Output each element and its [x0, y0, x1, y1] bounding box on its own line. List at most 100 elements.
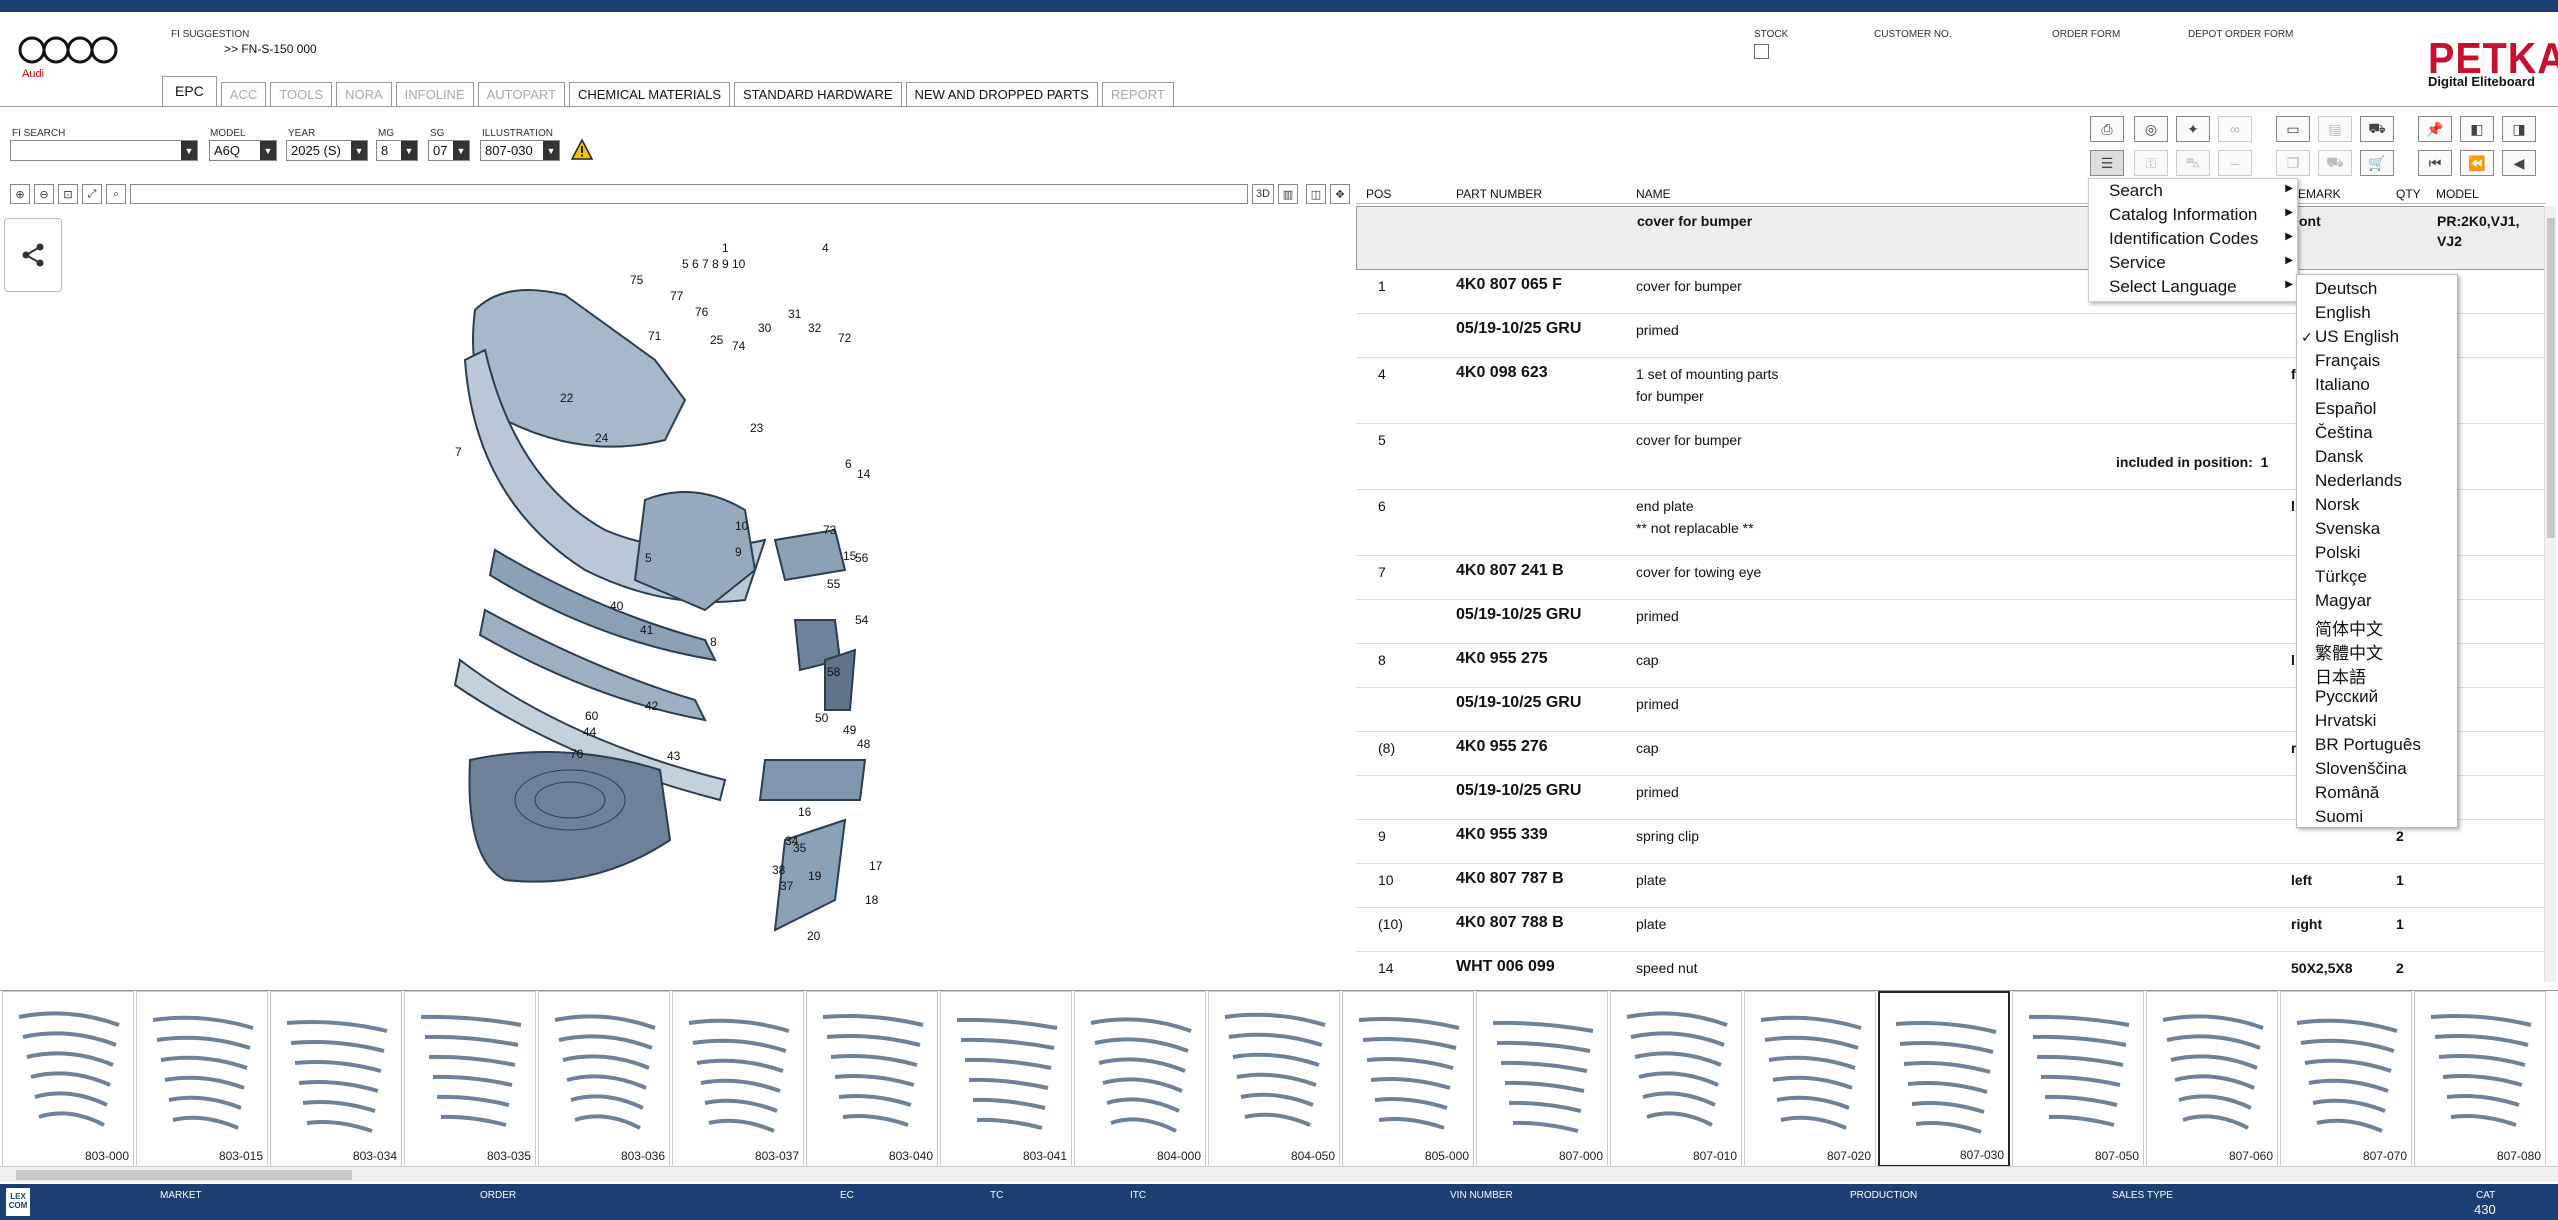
diagram-callout[interactable]: 48: [857, 737, 871, 751]
illustration-thumbnail[interactable]: 807-080: [2414, 991, 2546, 1167]
scrollbar-thumb[interactable]: [2547, 218, 2555, 538]
view-3d-button[interactable]: 3D: [1252, 184, 1274, 204]
diagram-callout[interactable]: 71: [648, 329, 662, 343]
copy-button[interactable]: ❐: [2276, 150, 2310, 176]
col-header-pos[interactable]: POS: [1366, 187, 1391, 201]
illustration-thumbnail[interactable]: 803-036: [538, 991, 670, 1167]
exploded-parts-diagram[interactable]: 15 6 7 8 9 104757776 3132723071 25 7422232476141…: [445, 240, 925, 960]
diagram-callout[interactable]: 6: [845, 457, 852, 471]
illustration-thumbnail[interactable]: 804-000: [1074, 991, 1206, 1167]
menu-item-select-language[interactable]: Select Language ▶: [2109, 277, 2295, 301]
diagram-callout[interactable]: 41: [640, 623, 654, 637]
illustration-thumbnail[interactable]: 807-020: [1744, 991, 1876, 1167]
language-item[interactable]: English: [2315, 303, 2371, 327]
diagram-callout[interactable]: 17: [869, 859, 883, 873]
diagram-callout[interactable]: 40: [610, 599, 624, 613]
illustration-thumbnail[interactable]: 803-037: [672, 991, 804, 1167]
diagram-callout[interactable]: 14: [857, 467, 871, 481]
diagram-callout[interactable]: 50: [815, 711, 829, 725]
diagram-callout[interactable]: 73: [823, 523, 837, 537]
language-item[interactable]: Magyar: [2315, 591, 2372, 615]
diagram-callout[interactable]: 24: [595, 431, 609, 445]
language-item[interactable]: Dansk: [2315, 447, 2363, 471]
elsa-button[interactable]: ▭: [2276, 116, 2310, 142]
language-item[interactable]: Français: [2315, 351, 2380, 375]
diagram-callout[interactable]: 20: [807, 929, 821, 943]
tab-autopart[interactable]: AUTOPART: [477, 82, 565, 106]
diagram-callout[interactable]: 38: [772, 863, 786, 877]
illustration-thumbnail[interactable]: 803-040: [806, 991, 938, 1167]
table-row[interactable]: 14 WHT 006 099 speed nut 50X2,5X8 2: [1356, 952, 2546, 984]
diagram-callout[interactable]: 42: [645, 699, 659, 713]
illustration-thumbnail[interactable]: 807-050: [2012, 991, 2144, 1167]
prev-page-button[interactable]: ◧: [2460, 116, 2494, 142]
view-split-button[interactable]: ▥: [1278, 184, 1298, 204]
illustration-thumbnail[interactable]: 807-070: [2280, 991, 2412, 1167]
language-item[interactable]: Suomi: [2315, 807, 2363, 831]
illustration-thumbnail[interactable]: 807-060: [2146, 991, 2278, 1167]
col-header-remark[interactable]: EMARK: [2298, 187, 2341, 201]
diagram-callout[interactable]: 16: [798, 805, 812, 819]
zoom-out-button[interactable]: ⊖: [34, 184, 54, 204]
illustration-thumbnail[interactable]: 807-010: [1610, 991, 1742, 1167]
move-button[interactable]: ✥: [1330, 184, 1350, 204]
fi-search-combo[interactable]: ▼: [10, 140, 198, 161]
warning-icon[interactable]: [571, 139, 593, 161]
cart-add-button[interactable]: ⛟: [2360, 116, 2394, 142]
model-combo[interactable]: A6Q ▼: [209, 140, 277, 161]
view-layout-button[interactable]: ◫: [1306, 184, 1326, 204]
next-page-button[interactable]: ◨: [2502, 116, 2536, 142]
diagram-callout[interactable]: 43: [667, 749, 681, 763]
diagram-callout[interactable]: 23: [750, 421, 764, 435]
diagram-callout[interactable]: 32: [808, 321, 822, 335]
diagram-callout[interactable]: 9: [722, 257, 729, 271]
menu-item-service[interactable]: Service ▶: [2109, 253, 2295, 277]
network-button[interactable]: ✦: [2176, 116, 2210, 142]
language-item[interactable]: BR Português: [2315, 735, 2421, 759]
language-item[interactable]: Русский: [2315, 687, 2378, 711]
year-combo[interactable]: 2025 (S) ▼: [286, 140, 368, 161]
diagram-callout[interactable]: 4: [822, 241, 829, 255]
language-item[interactable]: US English: [2315, 327, 2399, 351]
diagram-callout[interactable]: 31: [788, 307, 802, 321]
language-item[interactable]: Español: [2315, 399, 2376, 423]
language-item[interactable]: Slovenščina: [2315, 759, 2407, 783]
language-item[interactable]: Norsk: [2315, 495, 2359, 519]
col-header-qty[interactable]: QTY: [2396, 187, 2421, 201]
col-header-name[interactable]: NAME: [1636, 187, 1671, 201]
chevron-down-icon[interactable]: ▼: [351, 141, 367, 160]
tab-acc[interactable]: ACC: [220, 82, 267, 106]
fi-suggestion-link[interactable]: >> FN-S-150 000: [224, 42, 317, 56]
chevron-down-icon[interactable]: ▼: [260, 141, 276, 160]
diagram-callout[interactable]: 10: [735, 519, 749, 533]
language-item[interactable]: Deutsch: [2315, 279, 2377, 303]
key-button[interactable]: ⚿: [2134, 150, 2168, 176]
sg-combo[interactable]: 07 ▼: [428, 140, 470, 161]
illustration-thumbnail[interactable]: 803-000: [2, 991, 134, 1167]
diagram-callout[interactable]: 7: [702, 257, 709, 271]
menu-button[interactable]: ☰: [2090, 150, 2124, 176]
zoom-fit-button[interactable]: ⊡: [58, 184, 78, 204]
diagram-callout[interactable]: 5: [682, 257, 689, 271]
tab-nora[interactable]: NORA: [336, 82, 392, 106]
zoom-slider-field[interactable]: [130, 184, 1248, 204]
menu-item-catalog-information[interactable]: Catalog Information ▶: [2109, 205, 2295, 229]
illustration-thumbnail[interactable]: 803-041: [940, 991, 1072, 1167]
print-button[interactable]: ⎙: [2090, 116, 2124, 142]
language-item[interactable]: Čeština: [2315, 423, 2373, 447]
disc-button[interactable]: ◎: [2134, 116, 2168, 142]
search-catalog-button[interactable]: ▤: [2318, 116, 2352, 142]
basket-button[interactable]: 🛒: [2360, 150, 2394, 176]
language-item[interactable]: 日本語: [2315, 663, 2366, 687]
chevron-down-icon[interactable]: ▼: [401, 141, 417, 160]
diagram-callout[interactable]: 22: [560, 391, 574, 405]
illustration-thumbnail[interactable]: 805-000: [1342, 991, 1474, 1167]
language-item[interactable]: Polski: [2315, 543, 2360, 567]
diagram-callout[interactable]: 6: [692, 257, 699, 271]
diagram-callout[interactable]: 77: [670, 289, 684, 303]
illustration-thumbnail[interactable]: 807-000: [1476, 991, 1608, 1167]
tab-tools[interactable]: TOOLS: [270, 82, 333, 106]
diagram-callout[interactable]: 55: [827, 577, 841, 591]
stock-checkbox[interactable]: [1754, 44, 1769, 59]
scrollbar-thumb[interactable]: [16, 1170, 352, 1180]
